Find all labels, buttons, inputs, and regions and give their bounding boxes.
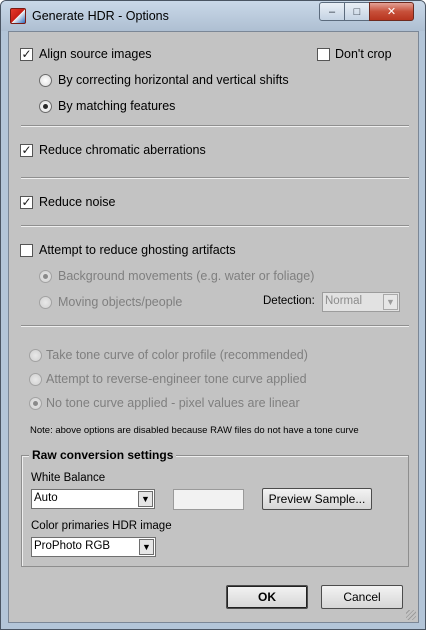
radio-correct-shifts[interactable] [39,74,52,87]
separator [21,177,409,179]
app-icon [10,8,26,24]
maximize-icon: □ [353,5,361,18]
white-balance-value: Auto [34,492,58,504]
radio-tone-reverse-engineer[interactable] [29,373,42,386]
detection-dropdown[interactable]: Normal ▼ [322,292,400,312]
cancel-button[interactable]: Cancel [321,585,403,609]
close-icon: ✕ [386,6,397,18]
align-source-checkbox[interactable]: ✓ [20,48,33,61]
raw-conversion-group: Raw conversion settings White Balance Au… [21,448,409,567]
color-primaries-label: Color primaries HDR image [31,520,172,532]
dialog-window: Generate HDR - Options – □ ✕ ✓ Align sou… [0,0,426,630]
white-balance-label: White Balance [31,472,106,484]
check-icon: ✓ [21,195,32,209]
detection-label: Detection: [263,295,315,307]
radio-tone-color-profile[interactable] [29,349,42,362]
reduce-noise-checkbox[interactable]: ✓ [20,196,33,209]
dont-crop-checkbox[interactable] [317,48,330,61]
preview-sample-button[interactable]: Preview Sample... [262,488,372,510]
radio-tone-linear-label: No tone curve applied - pixel values are… [46,396,300,410]
minimize-button[interactable]: – [319,2,345,21]
chevron-down-icon: ▼ [139,539,154,555]
radio-tone-color-profile-label: Take tone curve of color profile (recomm… [46,348,308,362]
chevron-down-icon: ▼ [138,491,153,507]
white-balance-input[interactable] [173,489,244,510]
align-source-label[interactable]: Align source images [39,47,152,61]
detection-value: Normal [325,295,363,307]
radio-correct-shifts-label[interactable]: By correcting horizontal and vertical sh… [58,73,289,87]
check-icon: ✓ [21,143,32,157]
radio-matching-features[interactable] [39,100,52,113]
resize-grip-icon[interactable] [406,610,416,620]
reduce-ghosting-label[interactable]: Attempt to reduce ghosting artifacts [39,243,236,257]
reduce-ghosting-checkbox[interactable] [20,244,33,257]
radio-moving-objects[interactable] [39,296,52,309]
window-title: Generate HDR - Options [32,9,169,23]
dont-crop-label[interactable]: Don't crop [335,47,392,61]
reduce-chromatic-checkbox[interactable]: ✓ [20,144,33,157]
maximize-button[interactable]: □ [344,2,370,21]
close-button[interactable]: ✕ [369,2,414,21]
radio-matching-features-label[interactable]: By matching features [58,99,175,113]
raw-conversion-title: Raw conversion settings [29,448,177,462]
title-bar[interactable]: Generate HDR - Options – □ ✕ [1,1,425,31]
reduce-noise-label[interactable]: Reduce noise [39,195,115,209]
radio-tone-reverse-engineer-label: Attempt to reverse-engineer tone curve a… [46,372,307,386]
radio-tone-linear[interactable] [29,397,42,410]
color-primaries-dropdown[interactable]: ProPhoto RGB ▼ [31,537,156,557]
radio-moving-objects-label: Moving objects/people [58,295,183,309]
radio-background-movements[interactable] [39,270,52,283]
chevron-down-icon: ▼ [383,294,398,310]
check-icon: ✓ [21,47,32,61]
reduce-chromatic-label[interactable]: Reduce chromatic aberrations [39,143,206,157]
radio-background-movements-label: Background movements (e.g. water or foli… [58,269,315,283]
white-balance-dropdown[interactable]: Auto ▼ [31,489,155,509]
ok-button[interactable]: OK [226,585,308,609]
separator [21,125,409,127]
separator [21,225,409,227]
separator [21,325,409,327]
color-primaries-value: ProPhoto RGB [34,540,111,552]
minimize-icon: – [328,5,336,18]
dialog-body: ✓ Align source images Don't crop By corr… [8,31,419,623]
tone-curve-note: Note: above options are disabled because… [30,425,359,436]
